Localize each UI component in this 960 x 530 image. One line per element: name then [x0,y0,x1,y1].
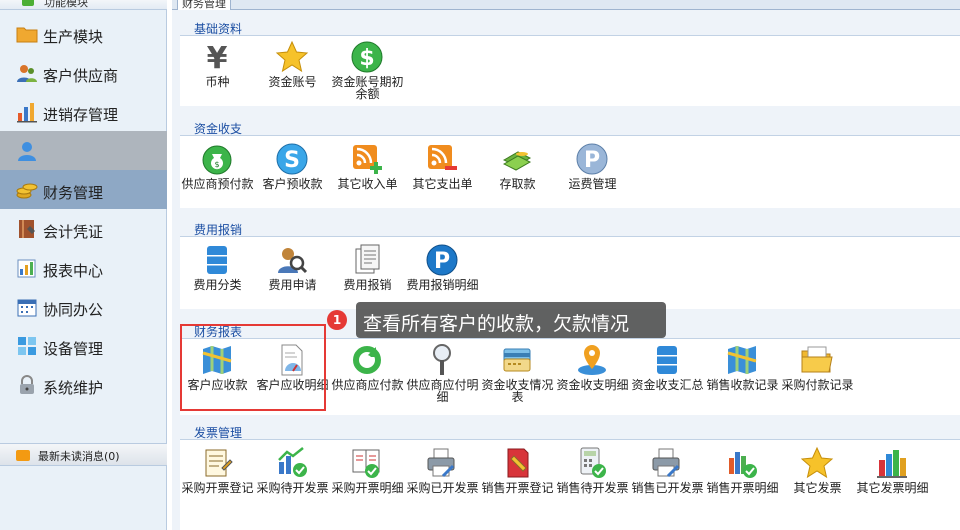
folder-icon [16,27,38,43]
svg-text:¥: ¥ [207,41,228,74]
window-icon [18,337,36,355]
chart-check-icon [278,447,307,477]
report-icon [17,259,36,278]
card-icon [503,348,531,372]
sidebar-item-system[interactable]: 系统维护 [0,365,167,404]
p-coin-icon: P [576,143,608,175]
lock-icon [20,375,34,394]
sidebar-item-label: 财务管理 [43,184,104,202]
sidebar-item-collab[interactable]: 协同办公 [0,287,167,326]
sidebar: 功能模块 生产模块 客户供应商 进销存管理 财务管理 会计凭证 报表中心 协同办… [0,0,167,530]
sidebar-item-customers[interactable]: 客户供应商 [0,53,167,92]
section-expense: 费用报销 费用分类 费用申请 费用报销 P 费用报销明细 [180,219,960,309]
section-title: 资金收支 [180,118,960,136]
star-icon [800,446,834,479]
sidebar-item-vouchers[interactable]: 会计凭证 [0,209,167,248]
svg-text:$: $ [214,160,219,169]
sidebar-item-label: 报表中心 [43,262,104,280]
sidebar-item-label: 设备管理 [43,340,104,358]
s-coin-icon: S [276,143,308,175]
tab-finance[interactable]: 财务管理 [177,0,231,10]
sidebar-item-inventory[interactable]: 进销存管理 [0,92,167,131]
unread-messages-label: 最新未读消息(0) [38,450,120,463]
tooltip-text: 查看所有客户的收款，欠款情况 [363,313,630,335]
person-icon [18,142,36,161]
section-invoice: 发票管理 采购开票登记 采购待开发票 采购开票明细 采购已开发票 销售开票登记 … [180,422,960,530]
section-body: 费用分类 费用申请 费用报销 P 费用报销明细 [180,237,960,309]
paypal-icon: P [426,244,458,276]
magnifier-icon [433,344,451,375]
map-pin-icon [578,345,606,375]
books-icon [877,450,907,478]
section-title: 基础资料 [180,18,960,36]
ledger-check-icon [352,449,380,478]
section-title: 费用报销 [180,219,960,237]
search-user-icon [278,248,308,274]
sidebar-item-label: 协同办公 [43,301,104,319]
sidebar-item-label: 会计凭证 [43,223,104,241]
calendar-icon [17,299,37,317]
unread-messages[interactable]: 最新未读消息(0) [0,443,167,466]
refresh-icon [353,346,381,374]
section-fund-flow: 资金收支 $ 供应商预付款 S 客户预收款 其它收入单 其它支出单 存取款 P … [180,118,960,208]
red-book-icon [507,448,529,478]
sidebar-item-production[interactable]: 生产模块 [0,14,167,53]
section-body: $ 供应商预付款 S 客户预收款 其它收入单 其它支出单 存取款 P 运费管理 [180,136,960,208]
module-icon [22,0,34,6]
folder-open-icon [801,346,833,373]
sidebar-item-label: 进销存管理 [43,106,119,124]
sidebar-item-person[interactable] [0,131,167,170]
star-icon [275,40,309,73]
sidebar-item-label: 客户供应商 [43,67,119,85]
sidebar-item-label: 系统维护 [43,379,104,397]
bar-chart-icon [17,103,37,123]
book-icon [19,220,35,238]
svg-text:S: S [284,148,300,173]
sidebar-header-label: 功能模块 [44,0,88,9]
sidebar-item-reports[interactable]: 报表中心 [0,248,167,287]
sidebar-item-finance[interactable]: 财务管理 [0,170,167,209]
tooltip: 1 查看所有客户的收款，欠款情况 [327,302,666,338]
section-body: 采购开票登记 采购待开发票 采购开票明细 采购已开发票 销售开票登记 销售待开发… [180,440,960,530]
cash-icon [502,151,532,171]
rss-add-icon [353,145,382,174]
yen-icon: ¥ [207,41,228,74]
tooltip-bubble: 查看所有客户的收款，欠款情况 [356,302,666,338]
map-icon [727,346,757,374]
users-icon [17,65,37,82]
sidebar-item-equipment[interactable]: 设备管理 [0,326,167,365]
coins-icon [16,183,38,199]
svg-text:$: $ [359,46,374,71]
documents-icon [355,244,380,274]
rss-remove-icon [428,145,457,170]
section-basic: 基础资料 ¥ 币种 资金账号 $ 资金账号期初余额 [180,18,960,106]
section-title: 发票管理 [180,422,960,440]
app-root: 功能模块 生产模块 客户供应商 进销存管理 财务管理 会计凭证 报表中心 协同办… [0,0,960,530]
step-badge: 1 [327,310,347,330]
printer-icon [652,448,680,478]
money-bag-icon: $ [202,145,232,175]
database-icon [207,246,227,274]
svg-text:P: P [434,249,450,274]
tab-strip: 财务管理 [172,0,960,10]
svg-text:P: P [584,148,600,173]
main-panel: 财务管理 基础资料 ¥ 币种 资金账号 $ 资金账号期初余额 资金收支 $ 供应… [172,0,960,530]
bar-check-icon [729,452,757,478]
speaker-icon [16,450,30,461]
sidebar-header[interactable]: 功能模块 [0,0,167,10]
calculator-check-icon [580,447,606,478]
database-icon [657,346,677,374]
printer-icon [427,448,455,478]
highlight-box [180,324,326,411]
dollar-icon: $ [351,41,383,73]
section-body: ¥ 币种 资金账号 $ 资金账号期初余额 [180,36,960,106]
notepad-icon [205,449,233,477]
sidebar-item-label: 生产模块 [43,28,104,46]
